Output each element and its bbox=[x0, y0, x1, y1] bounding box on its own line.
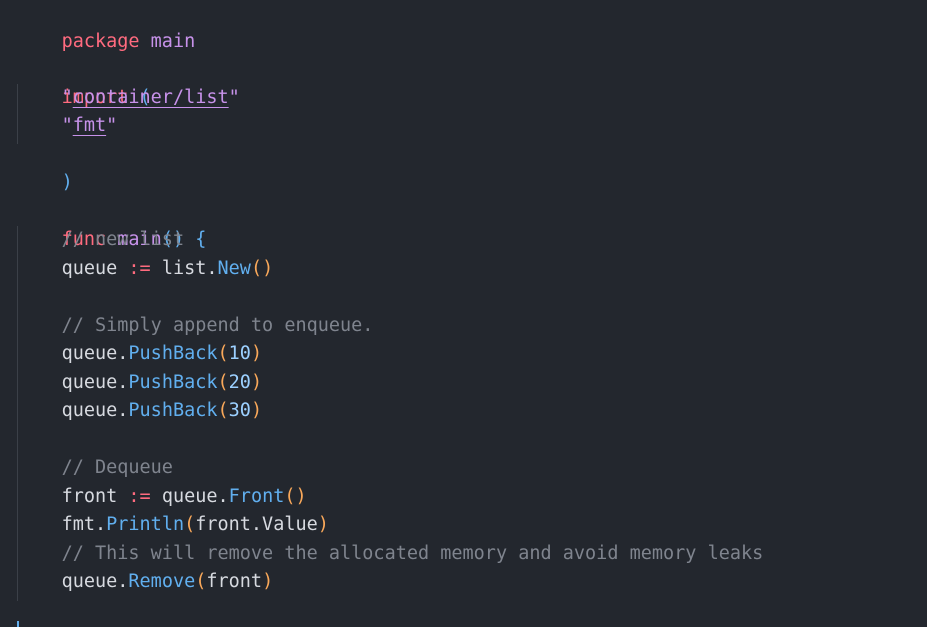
close-paren: ) bbox=[262, 571, 274, 592]
method-front: Front bbox=[228, 486, 285, 507]
text-cursor bbox=[17, 621, 19, 627]
code-editor[interactable]: package main import ( "container/list" "… bbox=[0, 0, 927, 627]
func-open-brace: { bbox=[195, 229, 207, 250]
dot: . bbox=[94, 514, 107, 535]
keyword-package: package bbox=[61, 31, 140, 52]
dot: . bbox=[117, 571, 129, 592]
code-line-12: // Simply append to enqueue. bbox=[17, 312, 374, 340]
open-paren: ( bbox=[184, 514, 196, 535]
number-literal: 20 bbox=[228, 372, 251, 393]
close-paren: ) bbox=[250, 400, 263, 421]
dot: . bbox=[117, 400, 129, 421]
pkg-list: list bbox=[161, 258, 207, 279]
import-close-paren: ) bbox=[61, 172, 73, 193]
method-remove: Remove bbox=[128, 571, 196, 592]
package-name: main bbox=[150, 31, 196, 52]
var-front: front bbox=[61, 486, 118, 507]
quote-open: " bbox=[61, 87, 73, 108]
obj-queue: queue bbox=[161, 486, 218, 507]
code-line-13: queue.PushBack(10) bbox=[17, 340, 263, 368]
quote-close: " bbox=[106, 115, 118, 136]
code-line-10: queue := list.New() bbox=[17, 255, 274, 283]
dot: . bbox=[117, 343, 129, 364]
close-paren: ) bbox=[250, 343, 263, 364]
code-line-15: queue.PushBack(30) bbox=[17, 397, 263, 425]
comment-dequeue: // Dequeue bbox=[61, 457, 173, 478]
code-line-21: queue.Remove(front) bbox=[17, 568, 274, 596]
code-line-8: func main() { bbox=[17, 198, 207, 250]
open-paren: ( bbox=[217, 343, 229, 364]
code-line-6: ) bbox=[17, 141, 73, 193]
open-paren: ( bbox=[195, 571, 207, 592]
number-literal: 30 bbox=[228, 400, 251, 421]
import-path-container-list[interactable]: container/list bbox=[73, 87, 229, 108]
var-queue: queue bbox=[61, 258, 118, 279]
comment-remove: // This will remove the allocated memory… bbox=[61, 543, 764, 564]
method-pushback: PushBack bbox=[128, 343, 218, 364]
number-literal: 10 bbox=[228, 343, 251, 364]
quote-close: " bbox=[228, 87, 240, 108]
code-line-9: // new list bbox=[17, 226, 185, 254]
comment-new-list: // new list bbox=[61, 229, 185, 250]
open-paren: ( bbox=[217, 372, 229, 393]
code-line-14: queue.PushBack(20) bbox=[17, 369, 263, 397]
var-queue: queue bbox=[61, 571, 118, 592]
close-paren: ) bbox=[250, 372, 263, 393]
dot: . bbox=[117, 372, 129, 393]
code-line-18: front := queue.Front() bbox=[17, 483, 307, 511]
quote-open: " bbox=[61, 115, 73, 136]
dot: . bbox=[217, 486, 229, 507]
close-paren: ) bbox=[317, 514, 329, 535]
var-queue: queue bbox=[61, 372, 118, 393]
method-pushback: PushBack bbox=[128, 372, 218, 393]
assign-op: := bbox=[128, 258, 151, 279]
pkg-fmt: fmt bbox=[61, 514, 95, 535]
code-line-20: // This will remove the allocated memory… bbox=[17, 540, 764, 568]
open-paren: ( bbox=[217, 400, 229, 421]
dot: . bbox=[206, 258, 218, 279]
comment-enqueue: // Simply append to enqueue. bbox=[61, 315, 374, 336]
var-queue: queue bbox=[61, 343, 118, 364]
code-line-22: } bbox=[17, 597, 73, 625]
call-parens: () bbox=[284, 486, 307, 507]
code-line-17: // Dequeue bbox=[17, 454, 173, 482]
code-line-5: "fmt" bbox=[17, 112, 118, 140]
arg-front: front bbox=[206, 571, 263, 592]
var-queue: queue bbox=[61, 400, 118, 421]
arg-front-value: front.Value bbox=[195, 514, 318, 535]
code-line-3: import ( bbox=[17, 56, 151, 108]
code-line-1: package main bbox=[17, 0, 196, 52]
assign-op: := bbox=[128, 486, 151, 507]
call-parens: () bbox=[250, 258, 274, 279]
method-new: New bbox=[217, 258, 251, 279]
code-line-19: fmt.Println(front.Value) bbox=[17, 511, 329, 539]
code-line-4: "container/list" bbox=[17, 84, 240, 112]
import-path-fmt[interactable]: fmt bbox=[73, 115, 106, 136]
method-println: Println bbox=[106, 514, 185, 535]
method-pushback: PushBack bbox=[128, 400, 218, 421]
